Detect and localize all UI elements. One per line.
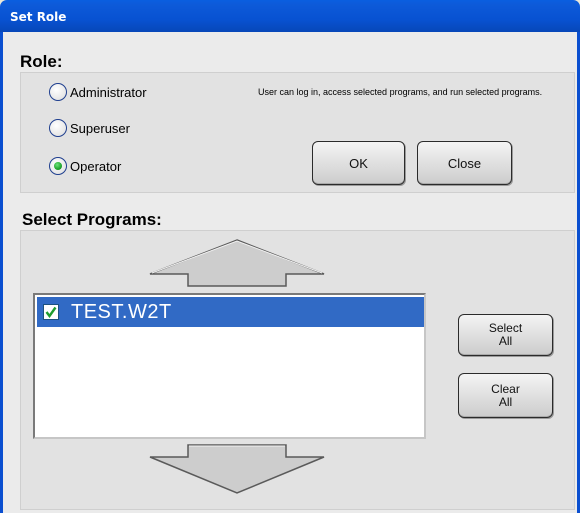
scroll-down-arrow-icon[interactable] [148, 443, 326, 495]
scroll-up-arrow-icon[interactable] [148, 238, 326, 288]
role-heading: Role: [20, 52, 63, 71]
select-all-button[interactable]: Select All [458, 314, 553, 356]
radio-label-operator: Operator [70, 158, 122, 174]
radio-dot-icon [54, 162, 62, 170]
clear-all-label-line2: All [498, 394, 513, 409]
program-name: TEST.W2T [71, 300, 172, 323]
radio-label-administrator: Administrator [70, 84, 147, 100]
programs-heading: Select Programs: [22, 210, 162, 229]
close-button[interactable]: Close [417, 141, 512, 185]
radio-operator[interactable]: Operator [49, 155, 121, 177]
select-all-label-line2: All [498, 334, 513, 348]
list-item[interactable]: TEST.W2T [37, 297, 424, 327]
radio-button-icon[interactable] [49, 119, 67, 137]
radio-button-selected-icon[interactable] [49, 157, 67, 175]
radio-label-superuser: Superuser [70, 120, 130, 136]
radio-administrator[interactable]: Administrator [49, 81, 147, 103]
ok-button[interactable]: OK [312, 141, 405, 185]
clear-all-button[interactable]: Clear All [458, 373, 553, 418]
window-title: Set Role [10, 10, 67, 24]
radio-button-icon[interactable] [49, 83, 67, 101]
checkbox[interactable] [43, 304, 59, 320]
role-description: User can log in, access selected program… [258, 87, 543, 97]
clear-all-label-line1: Clear [491, 381, 520, 396]
program-list[interactable]: TEST.W2T [33, 293, 426, 439]
radio-superuser[interactable]: Superuser [49, 117, 130, 139]
checkmark-icon [45, 306, 57, 318]
title-bar: Set Role [0, 0, 580, 32]
